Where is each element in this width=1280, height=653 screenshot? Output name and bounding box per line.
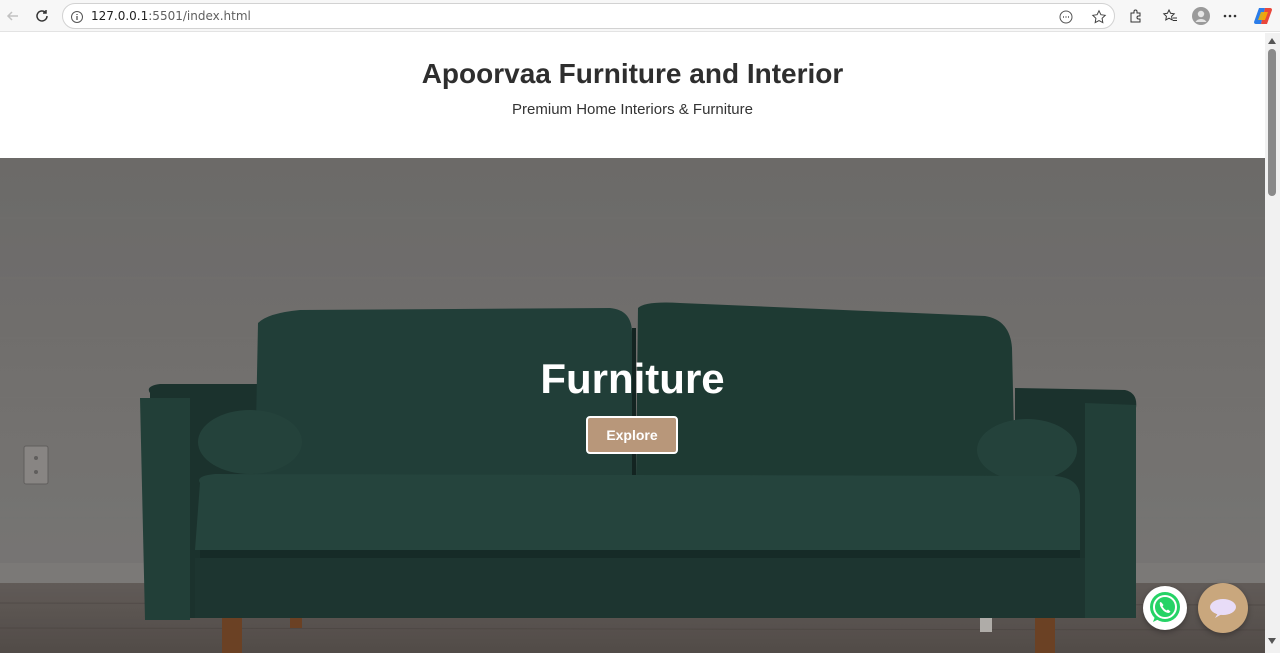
chat-button[interactable] [1198, 583, 1248, 633]
profile-icon[interactable] [1190, 5, 1212, 27]
scroll-down-arrow-icon[interactable] [1268, 638, 1276, 644]
favorites-icon[interactable] [1159, 5, 1181, 27]
hero-section: Furniture Explore [0, 158, 1265, 653]
scroll-up-arrow-icon[interactable] [1268, 38, 1276, 44]
url-text: 127.0.0.1:5501/index.html [91, 9, 251, 23]
extensions-icon[interactable] [1125, 5, 1147, 27]
site-header: Apoorvaa Furniture and Interior Premium … [0, 33, 1265, 158]
copilot-icon[interactable] [1252, 5, 1274, 27]
whatsapp-button[interactable] [1143, 586, 1187, 630]
info-icon[interactable] [69, 9, 85, 25]
chat-bubble-icon [1210, 599, 1236, 618]
site-title: Apoorvaa Furniture and Interior [421, 58, 844, 89]
scroll-thumb[interactable] [1268, 49, 1276, 196]
explore-button[interactable]: Explore [586, 416, 678, 454]
browser-toolbar: 127.0.0.1:5501/index.html [0, 0, 1280, 32]
hero-title: Furniture [540, 355, 725, 402]
more-icon[interactable] [1219, 5, 1241, 27]
back-icon[interactable] [2, 5, 24, 27]
site-subtitle: Premium Home Interiors & Furniture [512, 101, 753, 118]
hero-overlay [0, 158, 1265, 653]
page-content: Apoorvaa Furniture and Interior Premium … [0, 33, 1265, 653]
reader-icon[interactable] [1058, 9, 1074, 25]
favorite-star-icon[interactable] [1091, 9, 1107, 25]
whatsapp-icon [1150, 592, 1180, 622]
address-bar[interactable]: 127.0.0.1:5501/index.html [62, 3, 1115, 29]
reload-icon[interactable] [31, 5, 53, 27]
page-scrollbar[interactable] [1265, 33, 1280, 653]
